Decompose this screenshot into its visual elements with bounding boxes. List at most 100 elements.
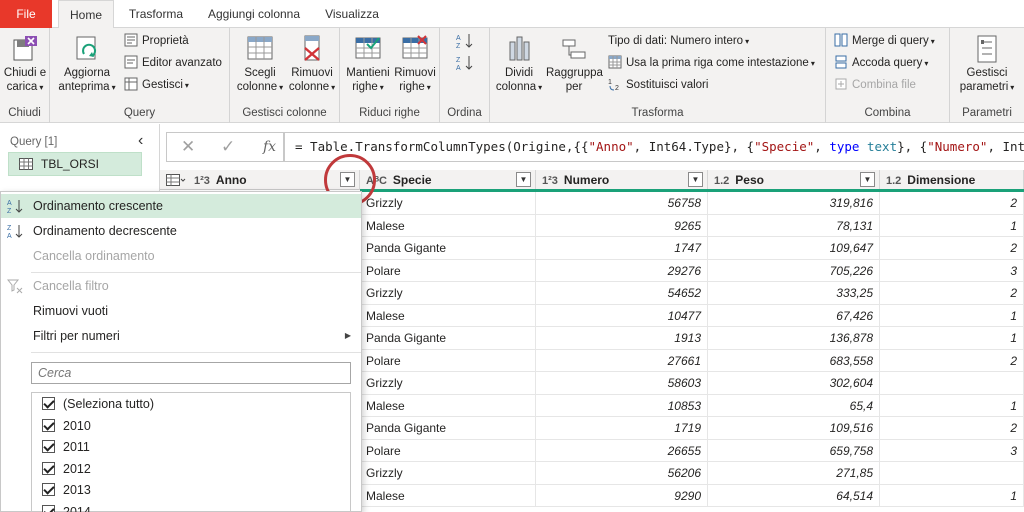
table-cell[interactable]: 1 [880, 214, 1024, 237]
table-cell[interactable]: Panda Gigante [360, 237, 536, 259]
checkbox-checked-icon[interactable] [42, 461, 55, 475]
number-filters-item[interactable]: Filtri per numeri ▶ [1, 324, 361, 348]
column-filter-dropdown-icon[interactable]: ▼ [516, 172, 531, 187]
table-cell[interactable]: 109,516 [708, 417, 880, 439]
table-cell[interactable]: 54652 [536, 282, 708, 304]
remove-rows-button[interactable]: Rimuovi righe ▾ [392, 34, 438, 95]
table-cell[interactable]: 2 [880, 417, 1024, 439]
remove-empty-item[interactable]: Rimuovi vuoti [1, 299, 361, 323]
checkbox-checked-icon[interactable] [42, 440, 55, 453]
table-cell[interactable]: 333,25 [708, 282, 880, 304]
table-cell[interactable]: 136,878 [708, 327, 880, 349]
table-cell[interactable]: 78,131 [708, 214, 880, 237]
query-item-tbl-orsi[interactable]: TBL_ORSI [8, 152, 142, 176]
table-cell[interactable]: Grizzly [360, 192, 536, 214]
table-cell[interactable]: Grizzly [360, 462, 536, 484]
clear-filter-item[interactable]: Cancella filtro [1, 274, 361, 298]
table-cell[interactable]: 65,4 [708, 394, 880, 417]
filter-checkbox-item[interactable]: 2013 [42, 480, 91, 500]
formula-input[interactable]: = Table.TransformColumnTypes(Origine,{{"… [284, 132, 1024, 162]
properties-button[interactable]: Proprietà [124, 32, 189, 50]
table-cell[interactable]: 1 [880, 304, 1024, 327]
manage-button[interactable]: Gestisci ▾ [124, 76, 189, 94]
close-load-button[interactable]: Chiudi e carica ▾ [2, 34, 48, 95]
sort-ascending-icon[interactable]: A Z [456, 32, 474, 50]
manage-parameters-button[interactable]: Gestisci parametri ▾ [956, 34, 1018, 95]
table-cell[interactable]: 3 [880, 439, 1024, 462]
collapse-pane-icon[interactable]: ‹ [138, 132, 143, 150]
combine-files-button[interactable]: Combina file [834, 76, 916, 94]
table-cell[interactable]: 705,226 [708, 259, 880, 282]
filter-checkbox-item[interactable]: 2012 [42, 459, 91, 479]
cancel-formula-icon[interactable]: ✕ [181, 137, 195, 157]
table-cell[interactable]: Grizzly [360, 372, 536, 394]
table-cell[interactable]: 302,604 [708, 372, 880, 394]
keep-rows-button[interactable]: Mantieni righe ▾ [344, 34, 392, 95]
table-cell[interactable] [880, 372, 1024, 394]
filter-search-input[interactable]: Cerca [31, 362, 351, 384]
table-cell[interactable]: 3 [880, 259, 1024, 282]
table-cell[interactable]: Malese [360, 394, 536, 417]
sort-descending-icon[interactable]: Z A [456, 54, 474, 72]
column-type-icon[interactable]: 1.2 [886, 175, 901, 187]
column-type-icon[interactable]: 1²3 [194, 175, 210, 187]
checkbox-checked-icon[interactable] [42, 397, 55, 410]
table-cell[interactable]: Malese [360, 484, 536, 507]
append-queries-button[interactable]: Accoda query ▾ [834, 54, 928, 72]
table-cell[interactable]: 1 [880, 484, 1024, 507]
table-cell[interactable]: 319,816 [708, 192, 880, 214]
filter-checkbox-item[interactable]: 2014 [42, 502, 91, 512]
table-cell[interactable]: 1 [880, 394, 1024, 417]
checkbox-checked-icon[interactable] [42, 483, 55, 496]
table-cell[interactable]: 271,85 [708, 462, 880, 484]
tab-file[interactable]: File [0, 0, 52, 28]
remove-columns-button[interactable]: Rimuovi colonne ▾ [286, 34, 338, 95]
checkbox-checked-icon[interactable] [42, 418, 55, 432]
replace-values-button[interactable]: 1 2 Sostituisci valori [608, 76, 708, 94]
table-cell[interactable]: 10853 [536, 394, 708, 417]
column-filter-dropdown-icon[interactable]: ▼ [688, 172, 703, 187]
table-cell[interactable]: 9265 [536, 214, 708, 237]
filter-checkbox-item[interactable]: (Seleziona tutto) [42, 394, 154, 414]
table-cell[interactable]: Grizzly [360, 282, 536, 304]
tab-aggiungi-colonna[interactable]: Aggiungi colonna [200, 0, 308, 28]
table-cell[interactable]: 26655 [536, 439, 708, 462]
table-cell[interactable]: 2 [880, 349, 1024, 372]
confirm-formula-icon[interactable]: ✓ [221, 137, 235, 157]
table-cell[interactable]: 1913 [536, 327, 708, 349]
table-cell[interactable]: 29276 [536, 259, 708, 282]
table-cell[interactable]: 64,514 [708, 484, 880, 507]
table-cell[interactable]: Malese [360, 214, 536, 237]
filter-checkbox-item[interactable]: 2011 [42, 437, 90, 457]
tab-trasforma[interactable]: Trasforma [122, 0, 190, 28]
table-cell[interactable]: 1719 [536, 417, 708, 439]
table-cell[interactable]: Polare [360, 259, 536, 282]
table-cell[interactable]: Panda Gigante [360, 417, 536, 439]
column-header-dimensione[interactable]: 1.2 Dimensione [880, 170, 1024, 190]
table-cell[interactable]: 1747 [536, 237, 708, 259]
table-cell[interactable]: 1 [880, 327, 1024, 349]
table-cell[interactable]: 2 [880, 282, 1024, 304]
group-by-button[interactable]: Raggruppa per [546, 34, 603, 94]
table-cell[interactable]: Panda Gigante [360, 327, 536, 349]
split-column-button[interactable]: Dividi colonna ▾ [494, 34, 544, 95]
table-cell[interactable]: Polare [360, 349, 536, 372]
column-filter-dropdown-icon[interactable]: ▼ [860, 172, 875, 187]
merge-queries-button[interactable]: Merge di query ▾ [834, 32, 935, 50]
table-cell[interactable]: 2 [880, 237, 1024, 259]
table-menu-icon[interactable] [166, 173, 186, 187]
table-cell[interactable]: 67,426 [708, 304, 880, 327]
use-first-row-button[interactable]: Usa la prima riga come intestazione ▾ [608, 54, 815, 72]
table-cell[interactable]: 683,558 [708, 349, 880, 372]
column-header-numero[interactable]: 1²3 Numero ▼ [536, 170, 708, 190]
filter-checkbox-item[interactable]: 2010 [42, 416, 91, 436]
data-type-dropdown[interactable]: Tipo di dati: Numero intero ▾ [608, 32, 749, 50]
table-cell[interactable]: 9290 [536, 484, 708, 507]
table-cell[interactable]: 659,758 [708, 439, 880, 462]
sort-ascending-item[interactable]: A Z Ordinamento crescente [1, 194, 361, 218]
sort-descending-item[interactable]: Z A Ordinamento decrescente [1, 219, 361, 243]
table-cell[interactable]: 58603 [536, 372, 708, 394]
table-cell[interactable]: 10477 [536, 304, 708, 327]
column-type-icon[interactable]: 1²3 [542, 175, 558, 187]
table-cell[interactable] [880, 462, 1024, 484]
